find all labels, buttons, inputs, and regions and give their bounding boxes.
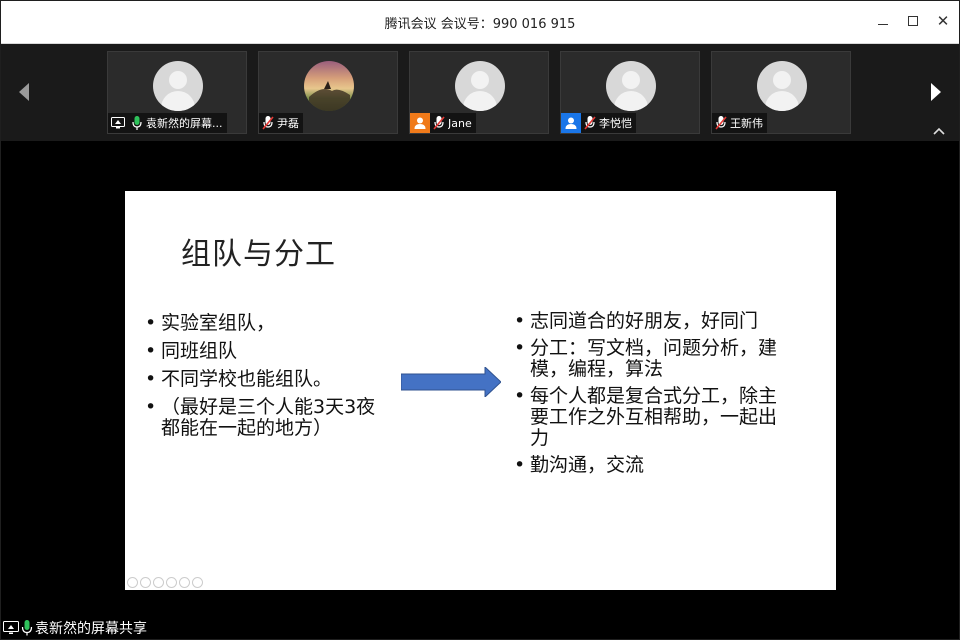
participant-tile[interactable]: 袁新然的屏幕... [107,51,247,134]
participant-name: 李悦恺 [599,117,632,130]
participant-strip: 袁新然的屏幕... 尹磊 Jane 李悦恺 王新伟 [1,44,959,141]
list-item: • 同班组队 [145,340,238,362]
list-item: • 志同道合的好朋友，好同门 [514,310,759,332]
share-status-label: 袁新然的屏幕共享 [35,621,147,637]
user-orange-icon [410,113,430,133]
screen-share-icon [3,621,19,634]
list-item: • 不同学校也能组队。 [145,368,333,390]
avatar [304,61,354,111]
maximize-button[interactable] [901,9,925,33]
participant-tile[interactable]: 尹磊 [258,51,398,134]
slide-playback-controls[interactable] [127,577,203,588]
participant-name: 王新伟 [730,117,763,130]
avatar [153,61,203,111]
slide-title: 组队与分工 [181,237,336,272]
user-blue-icon [561,113,581,133]
participant-namebar: 袁新然的屏幕... [108,113,227,133]
scroll-left-arrow-icon[interactable] [15,81,35,103]
meeting-window: 腾讯会议 会议号：990 016 915 ✕ 袁新然的屏幕... 尹磊 Jane… [0,0,960,640]
list-item: • 勤沟通，交流 [514,454,645,476]
participant-name: Jane [448,116,472,130]
close-icon: ✕ [936,11,950,30]
screen-share-icon [108,113,128,133]
participant-tile[interactable]: Jane [409,51,549,134]
grid-icon[interactable] [179,577,190,588]
collapse-strip-chevron-up-icon[interactable] [931,124,947,138]
list-item: • 每个人都是复合式分工，除主要工作之外互相帮助，一起出力 [514,385,778,449]
participant-tile[interactable]: 王新伟 [711,51,851,134]
left-bullet-list: • 实验室组队， • 同班组队 • 不同学校也能组队。 • （最好是三个人能3天3夜都能… [145,313,385,446]
mic-muted-icon [581,113,599,133]
participant-namebar: 王新伟 [712,113,767,133]
pen-icon[interactable] [153,577,164,588]
list-item: • （最好是三个人能3天3夜都能在一起的地方） [145,396,376,439]
participant-namebar: Jane [410,113,476,133]
mic-muted-icon [712,113,730,133]
search-icon[interactable] [166,577,177,588]
scroll-right-arrow-icon[interactable] [925,81,945,103]
close-button[interactable]: ✕ [931,9,955,33]
participant-namebar: 尹磊 [259,113,303,133]
next-slide-icon[interactable] [140,577,151,588]
maximize-icon [908,16,918,26]
mic-muted-icon [430,113,448,133]
participant-namebar: 李悦恺 [561,113,636,133]
window-title: 腾讯会议 会议号：990 016 915 [384,17,576,32]
avatar [757,61,807,111]
mic-on-icon [128,113,146,133]
mic-on-icon [21,620,33,636]
participant-name: 袁新然的屏幕... [146,117,223,130]
mic-muted-icon [259,113,277,133]
prev-slide-icon[interactable] [127,577,138,588]
shared-slide: 组队与分工 • 实验室组队， • 同班组队 • 不同学校也能组队。 • （最好是三个人能… [125,191,836,590]
list-item: • 分工：写文档，问题分析，建模，编程，算法 [514,337,778,380]
share-status-bar: 袁新然的屏幕共享 [1,617,147,639]
right-bullet-list: • 志同道合的好朋友，好同门 • 分工：写文档，问题分析，建模，编程，算法 • 每个人… [514,311,784,482]
more-icon[interactable] [192,577,203,588]
minimize-icon [878,23,888,25]
avatar [606,61,656,111]
list-item: • 实验室组队， [145,312,276,334]
right-arrow-shape [401,367,501,397]
participant-tile[interactable]: 李悦恺 [560,51,700,134]
title-bar: 腾讯会议 会议号：990 016 915 ✕ [1,1,959,44]
participant-name: 尹磊 [277,117,299,130]
avatar [455,61,505,111]
minimize-button[interactable] [871,9,895,33]
